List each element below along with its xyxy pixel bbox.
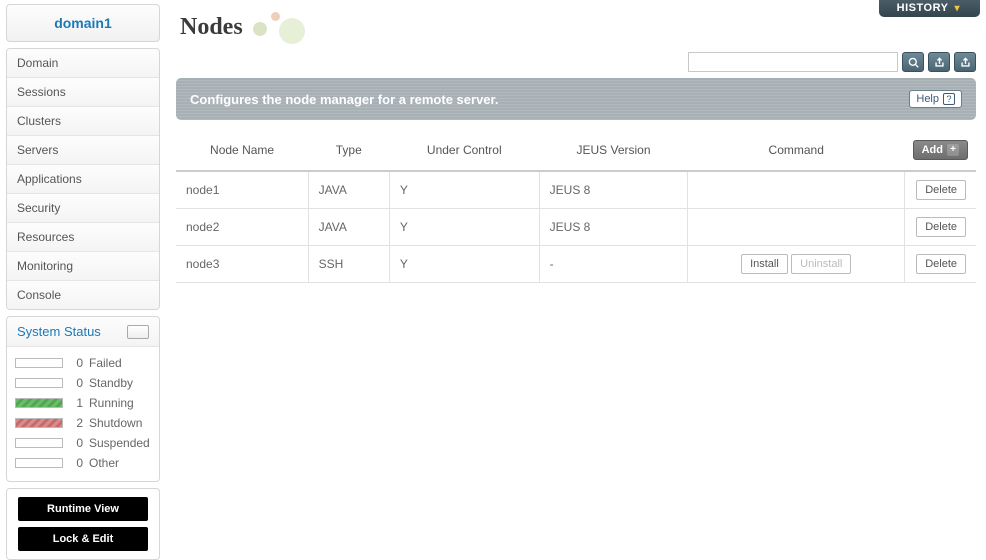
export-button[interactable] (928, 52, 950, 72)
uninstall-button[interactable]: Uninstall (791, 254, 851, 274)
status-label: Other (89, 456, 119, 470)
history-tab[interactable]: HISTORY ▾ (879, 0, 980, 17)
cell-node-name[interactable]: node2 (176, 209, 308, 246)
export-icon (934, 57, 945, 68)
status-row-suspended: 0 Suspended (15, 433, 151, 453)
cell-type: SSH (308, 246, 389, 283)
cell-version: JEUS 8 (539, 209, 688, 246)
status-bar-icon (15, 458, 63, 468)
sidebar-item-console[interactable]: Console (7, 281, 159, 309)
lock-edit-button[interactable]: Lock & Edit (18, 527, 148, 551)
cell-type: JAVA (308, 171, 389, 209)
description-bar: Configures the node manager for a remote… (176, 78, 976, 120)
history-label: HISTORY (897, 2, 949, 14)
status-row-standby: 0 Standby (15, 373, 151, 393)
col-node-name: Node Name (176, 130, 308, 171)
cell-command (688, 209, 905, 246)
runtime-view-button[interactable]: Runtime View (18, 497, 148, 521)
action-button-panel: Runtime View Lock & Edit (6, 488, 160, 560)
delete-button[interactable]: Delete (916, 180, 966, 200)
col-under-control: Under Control (389, 130, 539, 171)
domain-title: domain1 (6, 4, 160, 42)
search-input[interactable] (688, 52, 898, 72)
status-label: Standby (89, 376, 133, 390)
sidebar-item-monitoring[interactable]: Monitoring (7, 252, 159, 281)
search-button[interactable] (902, 52, 924, 72)
system-status-header: System Status (7, 317, 159, 347)
status-count: 2 (69, 416, 83, 430)
table-row: node3 SSH Y - Install Uninstall Delete (176, 246, 976, 283)
status-count: 0 (69, 356, 83, 370)
help-label: Help (916, 93, 939, 105)
install-button[interactable]: Install (741, 254, 788, 274)
table-row: node2 JAVA Y JEUS 8 Delete (176, 209, 976, 246)
status-count: 0 (69, 456, 83, 470)
nodes-table: Node Name Type Under Control JEUS Versio… (176, 130, 976, 283)
description-text: Configures the node manager for a remote… (190, 92, 498, 107)
delete-button[interactable]: Delete (916, 254, 966, 274)
xml-button[interactable] (954, 52, 976, 72)
status-count: 1 (69, 396, 83, 410)
status-bar-icon (15, 378, 63, 388)
delete-button[interactable]: Delete (916, 217, 966, 237)
chevron-down-icon: ▾ (954, 3, 960, 14)
status-label: Failed (89, 356, 122, 370)
help-icon: ? (943, 93, 955, 105)
status-label: Shutdown (89, 416, 142, 430)
cell-version: JEUS 8 (539, 171, 688, 209)
system-status-title: System Status (17, 324, 101, 339)
status-row-running: 1 Running (15, 393, 151, 413)
cell-command (688, 171, 905, 209)
col-actions: Add + (905, 130, 976, 171)
status-label: Running (89, 396, 134, 410)
system-status-panel: System Status 0 Failed 0 Standby 1 Runn (6, 316, 160, 482)
add-button[interactable]: Add + (913, 140, 968, 160)
sidebar-item-servers[interactable]: Servers (7, 136, 159, 165)
sidebar-item-clusters[interactable]: Clusters (7, 107, 159, 136)
sidebar-item-applications[interactable]: Applications (7, 165, 159, 194)
table-row: node1 JAVA Y JEUS 8 Delete (176, 171, 976, 209)
help-button[interactable]: Help ? (909, 90, 962, 108)
col-type: Type (308, 130, 389, 171)
plus-icon: + (947, 144, 959, 156)
cell-command: Install Uninstall (688, 246, 905, 283)
add-label: Add (922, 144, 943, 156)
status-bar-icon (15, 358, 63, 368)
col-command: Command (688, 130, 905, 171)
status-count: 0 (69, 436, 83, 450)
search-icon (908, 57, 919, 68)
status-bar-icon (15, 418, 63, 428)
status-bar-icon (15, 438, 63, 448)
sidebar-item-domain[interactable]: Domain (7, 49, 159, 78)
page-title: Nodes (180, 14, 243, 41)
cell-under: Y (389, 171, 539, 209)
status-label: Suspended (89, 436, 150, 450)
cell-version: - (539, 246, 688, 283)
status-row-shutdown: 2 Shutdown (15, 413, 151, 433)
sidebar-nav: Domain Sessions Clusters Servers Applica… (6, 48, 160, 310)
sidebar-item-sessions[interactable]: Sessions (7, 78, 159, 107)
sidebar-item-resources[interactable]: Resources (7, 223, 159, 252)
cell-under: Y (389, 209, 539, 246)
cell-node-name[interactable]: node3 (176, 246, 308, 283)
cell-type: JAVA (308, 209, 389, 246)
cell-under: Y (389, 246, 539, 283)
status-row-failed: 0 Failed (15, 353, 151, 373)
status-count: 0 (69, 376, 83, 390)
cell-node-name[interactable]: node1 (176, 171, 308, 209)
sidebar-item-security[interactable]: Security (7, 194, 159, 223)
decorative-dots (253, 12, 333, 42)
status-bar-icon (15, 398, 63, 408)
col-jeus-version: JEUS Version (539, 130, 688, 171)
status-row-other: 0 Other (15, 453, 151, 473)
monitor-icon (127, 325, 149, 339)
xml-icon (960, 57, 971, 68)
